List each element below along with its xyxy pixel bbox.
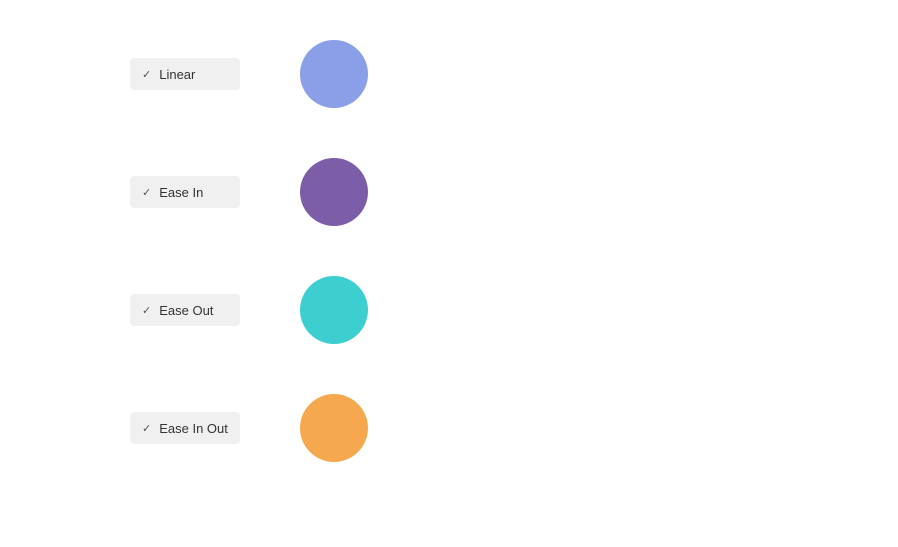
easing-button-ease-out[interactable]: ✓ Ease Out: [130, 294, 240, 326]
easing-button-ease-in[interactable]: ✓ Ease In: [130, 176, 240, 208]
checkmark-ease-out: ✓: [142, 304, 151, 317]
easing-label-linear: Linear: [159, 67, 195, 82]
circle-ease-in-out: [300, 394, 368, 462]
easing-label-ease-in-out: Ease In Out: [159, 421, 228, 436]
checkmark-ease-in: ✓: [142, 186, 151, 199]
easing-button-ease-in-out[interactable]: ✓ Ease In Out: [130, 412, 240, 444]
checkmark-ease-in-out: ✓: [142, 422, 151, 435]
easing-row-ease-out: ✓ Ease Out: [130, 276, 898, 344]
easing-list: ✓ Linear ✓ Ease In ✓ Ease Out ✓ Ease In …: [0, 0, 898, 512]
circle-ease-out: [300, 276, 368, 344]
easing-label-ease-out: Ease Out: [159, 303, 213, 318]
circle-ease-in: [300, 158, 368, 226]
easing-row-ease-in-out: ✓ Ease In Out: [130, 394, 898, 462]
easing-button-linear[interactable]: ✓ Linear: [130, 58, 240, 90]
easing-row-ease-in: ✓ Ease In: [130, 158, 898, 226]
checkmark-linear: ✓: [142, 68, 151, 81]
easing-label-ease-in: Ease In: [159, 185, 203, 200]
easing-row-linear: ✓ Linear: [130, 40, 898, 108]
circle-linear: [300, 40, 368, 108]
